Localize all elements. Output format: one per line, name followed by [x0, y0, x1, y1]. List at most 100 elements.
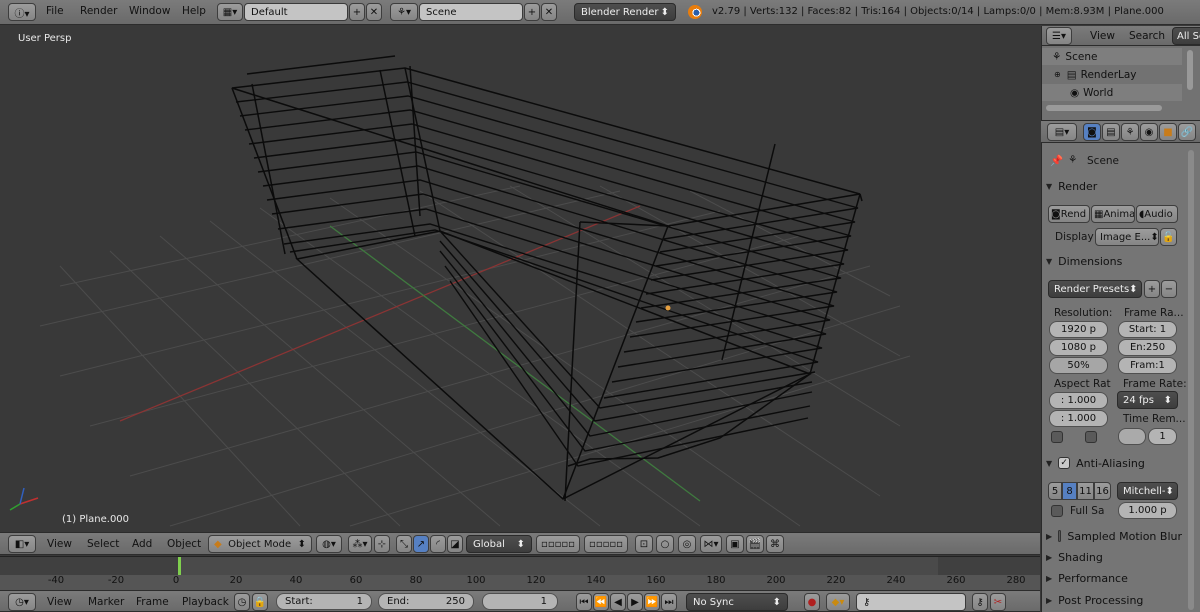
resolution-y-field[interactable]: 1080 p [1049, 339, 1108, 356]
time-remap-new-field[interactable]: 1 [1148, 428, 1177, 445]
animation-button[interactable]: ▦ Anima [1091, 205, 1135, 223]
menu-frame[interactable]: Frame [136, 596, 169, 608]
snap-toggle[interactable]: ⋈▾ [700, 535, 722, 553]
end-frame-field[interactable]: End: 250 [378, 593, 474, 610]
sync-dropdown[interactable]: No Sync ⬍ [686, 593, 788, 611]
dimensions-panel-header[interactable]: ▼ Dimensions [1046, 251, 1182, 271]
delete-scene-button[interactable]: ✕ [541, 3, 557, 21]
border-checkbox[interactable] [1051, 431, 1063, 443]
object-context-tab[interactable]: ■ [1159, 123, 1177, 141]
record-button[interactable]: ● [804, 593, 820, 611]
play-reverse-button[interactable]: ◀ [610, 593, 626, 611]
layers-grid-a[interactable]: ▫▫▫▫▫ [536, 535, 580, 553]
manipulator-toggle[interactable]: ⊹ [374, 535, 390, 553]
anti-aliasing-checkbox[interactable]: ✓ [1058, 457, 1071, 469]
expand-icon[interactable]: ⊕ [1054, 70, 1061, 79]
mode-dropdown[interactable]: ◆ Object Mode ⬍ [208, 535, 312, 553]
add-scene-button[interactable]: + [524, 3, 540, 21]
transform-manipulator-button[interactable]: ⤡ [396, 535, 412, 553]
layers-context-tab[interactable]: ▤ [1102, 123, 1120, 141]
aa-sample-8[interactable]: 8 [1062, 482, 1077, 500]
aspect-x-field[interactable]: : 1.000 [1049, 392, 1108, 409]
proportional-edit-button[interactable]: ◎ [678, 535, 696, 553]
render-panel-header[interactable]: ▼ Render [1046, 176, 1182, 196]
editor-type-button[interactable]: ☰▾ [1046, 27, 1072, 45]
shading-panel-header[interactable]: ▶ Shading [1046, 547, 1182, 567]
keying-set-field[interactable]: ⚷ [856, 593, 966, 611]
opengl-animation-button[interactable]: 🎬 [746, 535, 764, 553]
properties-scrollbar[interactable] [1188, 150, 1194, 610]
motion-blur-panel-header[interactable]: ▶ Sampled Motion Blur [1046, 526, 1182, 546]
menu-view[interactable]: View [47, 538, 72, 550]
aa-sample-16[interactable]: 16 [1094, 482, 1111, 500]
aa-sample-5[interactable]: 5 [1048, 482, 1062, 500]
outliner-item-renderlayers[interactable]: ⊕ ▤ RenderLay [1042, 66, 1182, 83]
layout-name-field[interactable]: Default [244, 3, 348, 21]
outliner-vscrollbar[interactable] [1187, 50, 1193, 90]
post-processing-panel-header[interactable]: ▶ Post Processing [1046, 590, 1182, 610]
scene-selector[interactable]: ⚘▾ [390, 3, 418, 21]
pin-icon[interactable]: 📌 [1050, 154, 1063, 167]
constraints-context-tab[interactable]: 🔗 [1178, 123, 1196, 141]
menu-view[interactable]: View [1090, 30, 1115, 42]
resolution-x-field[interactable]: 1920 p [1049, 321, 1108, 338]
display-dropdown[interactable]: Image E... ⬍ [1095, 228, 1159, 246]
menu-select[interactable]: Select [87, 538, 119, 550]
play-button[interactable]: ▶ [627, 593, 643, 611]
menu-search[interactable]: Search [1129, 30, 1165, 42]
menu-render[interactable]: Render [80, 5, 117, 17]
frame-step-field[interactable]: Fram:1 [1118, 357, 1177, 374]
rotate-manipulator-button[interactable]: ◜ [430, 535, 446, 553]
frame-start-field[interactable]: Start: 1 [1118, 321, 1177, 338]
scene-context-tab[interactable]: ⚘ [1121, 123, 1139, 141]
3d-viewport[interactable]: User Persp (1) Plane.000 [0, 26, 1040, 532]
outliner-filter-dropdown[interactable]: All Sc [1172, 27, 1200, 45]
aspect-y-field[interactable]: : 1.000 [1049, 410, 1108, 427]
audio-button[interactable]: ◖ Audio [1136, 205, 1178, 223]
render-only-button[interactable]: ○ [656, 535, 674, 553]
preview-range-toggle[interactable]: ◷ [234, 593, 250, 611]
current-frame-marker[interactable] [178, 557, 181, 575]
scale-manipulator-button[interactable]: ◪ [447, 535, 463, 553]
outliner-item-world[interactable]: ◉ World [1042, 84, 1182, 101]
frame-end-field[interactable]: En:250 [1118, 339, 1177, 356]
world-context-tab[interactable]: ◉ [1140, 123, 1158, 141]
extra-tool-button[interactable]: ⌘ [766, 535, 784, 553]
full-sample-checkbox[interactable] [1051, 505, 1063, 517]
editor-type-button[interactable]: ◧▾ [8, 535, 36, 553]
menu-file[interactable]: File [46, 5, 64, 17]
menu-object[interactable]: Object [167, 538, 201, 550]
frame-rate-dropdown[interactable]: 24 fps ⬍ [1117, 391, 1178, 409]
render-engine-dropdown[interactable]: Blender Render ⬍ [574, 3, 676, 21]
keying-set-button[interactable]: ◆▾ [826, 593, 850, 611]
editor-type-button[interactable]: ⓘ▾ [8, 3, 36, 21]
aa-sample-11[interactable]: 11 [1077, 482, 1094, 500]
lock-range-toggle[interactable]: 🔒 [252, 593, 268, 611]
viewport-shading-dropdown[interactable]: ◍▾ [316, 535, 342, 553]
lock-interface-button[interactable]: 🔓 [1160, 228, 1177, 246]
menu-add[interactable]: Add [132, 538, 152, 550]
layout-selector[interactable]: ▦▾ [217, 3, 243, 21]
start-frame-field[interactable]: Start: 1 [276, 593, 372, 610]
insert-keyframe-button[interactable]: ⚷ [972, 593, 988, 611]
add-preset-button[interactable]: + [1144, 280, 1160, 298]
translate-manipulator-button[interactable]: ↗ [413, 535, 429, 553]
outliner-scrollbar[interactable] [1046, 105, 1162, 111]
current-frame-field[interactable]: 1 [482, 593, 558, 610]
pivot-dropdown[interactable]: ⁂▾ [348, 535, 372, 553]
editor-type-button[interactable]: ◷▾ [8, 593, 36, 611]
next-key-button[interactable]: ⏩ [644, 593, 660, 611]
layers-grid-b[interactable]: ▫▫▫▫▫ [584, 535, 628, 553]
anti-aliasing-panel-header[interactable]: ▼ ✓ Anti-Aliasing [1046, 453, 1182, 473]
remove-preset-button[interactable]: − [1161, 280, 1177, 298]
performance-panel-header[interactable]: ▶ Performance [1046, 568, 1182, 588]
crop-checkbox[interactable] [1085, 431, 1097, 443]
render-button[interactable]: ◙ Rend [1048, 205, 1090, 223]
opengl-render-button[interactable]: ▣ [726, 535, 744, 553]
jump-start-button[interactable]: ⏮ [576, 593, 592, 611]
render-context-tab[interactable]: ◙ [1083, 123, 1101, 141]
render-presets-dropdown[interactable]: Render Presets ⬍ [1048, 280, 1142, 298]
editor-type-button[interactable]: ▤▾ [1047, 123, 1077, 141]
menu-window[interactable]: Window [129, 5, 170, 17]
lock-layers-button[interactable]: ⊡ [635, 535, 653, 553]
